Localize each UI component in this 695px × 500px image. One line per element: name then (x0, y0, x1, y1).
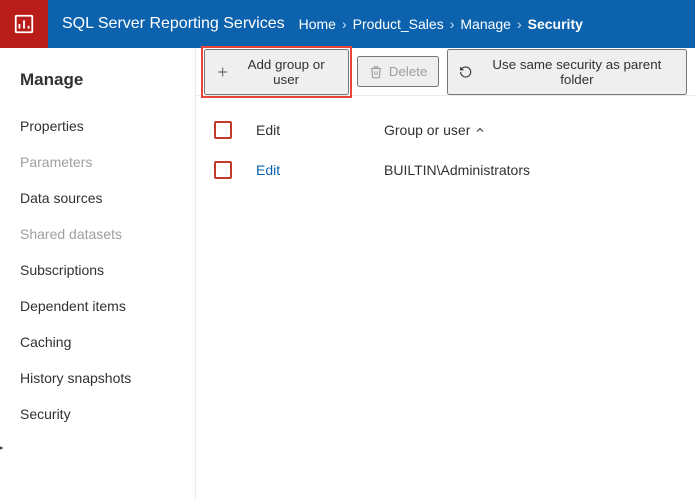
add-button-label: Add group or user (235, 57, 337, 87)
sidebar-item-security[interactable]: Security (0, 396, 195, 432)
chevron-right-icon: › (517, 16, 522, 32)
sidebar-item-parameters[interactable]: Parameters (0, 144, 195, 180)
breadcrumb-home[interactable]: Home (299, 16, 336, 32)
column-header-group-or-user[interactable]: Group or user (384, 122, 677, 138)
manage-sidebar: Manage Properties Parameters Data source… (0, 48, 196, 500)
revert-icon (459, 65, 472, 79)
sidebar-item-shared-datasets[interactable]: Shared datasets (0, 216, 195, 252)
ssrs-logo-icon (0, 0, 48, 48)
breadcrumb: Home › Product_Sales › Manage › Security (299, 16, 583, 32)
trash-icon (369, 65, 383, 79)
row-group-or-user: BUILTIN\Administrators (384, 162, 677, 178)
sidebar-item-caching[interactable]: Caching (0, 324, 195, 360)
sidebar-item-data-sources[interactable]: Data sources (0, 180, 195, 216)
brand-title: SQL Server Reporting Services (48, 15, 299, 33)
chevron-right-icon: › (450, 16, 455, 32)
sidebar-item-dependent-items[interactable]: Dependent items (0, 288, 195, 324)
breadcrumb-security: Security (528, 16, 583, 32)
breadcrumb-product-sales[interactable]: Product_Sales (353, 16, 444, 32)
row-checkbox[interactable] (214, 161, 232, 179)
sidebar-item-properties[interactable]: Properties (0, 108, 195, 144)
app-header: SQL Server Reporting Services Home › Pro… (0, 0, 695, 48)
delete-button-label: Delete (389, 64, 428, 79)
sidebar-item-history-snapshots[interactable]: History snapshots (0, 360, 195, 396)
chevron-right-icon: › (342, 16, 347, 32)
select-all-checkbox[interactable] (214, 121, 232, 139)
parent-button-label: Use same security as parent folder (479, 57, 675, 87)
row-edit-link[interactable]: Edit (256, 162, 280, 178)
table-row: Edit BUILTIN\Administrators (214, 150, 677, 190)
add-group-or-user-button[interactable]: Add group or user (204, 49, 349, 95)
breadcrumb-manage[interactable]: Manage (460, 16, 511, 32)
sidebar-title: Manage (0, 70, 195, 108)
security-grid: Edit Group or user Edit BUILTIN\Administ… (196, 96, 695, 204)
sort-ascending-icon (474, 124, 486, 136)
use-parent-security-button[interactable]: Use same security as parent folder (447, 49, 687, 95)
main-content: Add group or user Delete Use same securi… (196, 48, 695, 500)
grid-header: Edit Group or user (214, 110, 677, 150)
delete-button: Delete (357, 56, 440, 87)
column-header-edit[interactable]: Edit (256, 122, 366, 138)
sidebar-item-subscriptions[interactable]: Subscriptions (0, 252, 195, 288)
plus-icon (216, 65, 229, 79)
command-bar: Add group or user Delete Use same securi… (196, 48, 695, 96)
